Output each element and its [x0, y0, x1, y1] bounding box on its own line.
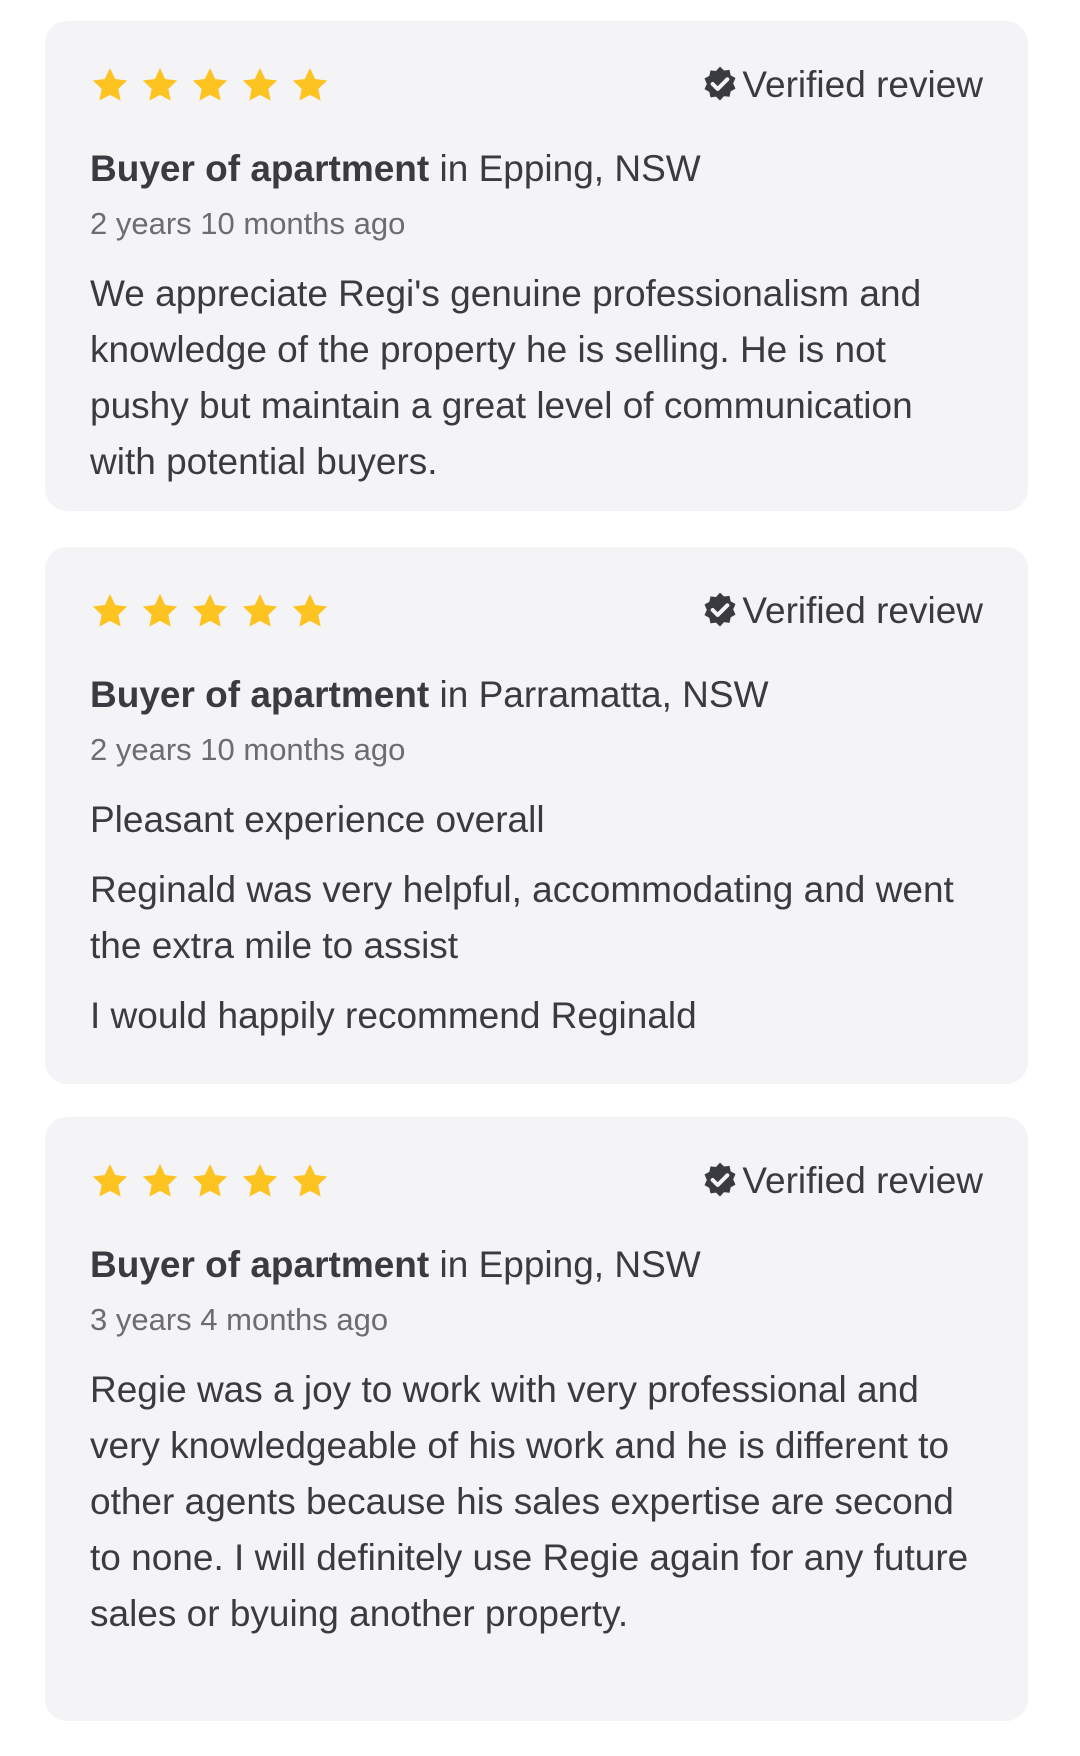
star-icon	[192, 594, 228, 627]
star-icon-shape	[92, 594, 128, 627]
reviewer-role: Buyer of apartment	[90, 148, 430, 189]
star-icon	[92, 594, 128, 627]
verified-badge-seal	[704, 66, 736, 101]
review-text: We appreciate Regi's genuine professiona…	[90, 273, 922, 482]
star-icon-shape	[292, 68, 328, 101]
star-icon	[92, 1164, 128, 1197]
star-icon-shape	[92, 68, 128, 101]
verified-review-badge: Verified review	[700, 1159, 983, 1203]
star-icon	[142, 594, 178, 627]
star-icon	[292, 1164, 328, 1197]
verified-review-badge: Verified review	[700, 589, 983, 633]
review-body: Regie was a joy to work with very profes…	[90, 1362, 983, 1642]
review-header: Verified review	[90, 547, 983, 671]
review-date: 2 years 10 months ago	[90, 732, 406, 767]
reviewer-info: Buyer of apartment in Epping, NSW	[90, 1243, 983, 1287]
reviewer-location: in Epping, NSW	[429, 1244, 701, 1285]
star-icon-shape	[292, 594, 328, 627]
star-icon-shape	[142, 1164, 178, 1197]
verified-badge-seal	[704, 592, 736, 627]
review-text: Regie was a joy to work with very profes…	[90, 1369, 969, 1634]
star-icon	[92, 68, 128, 101]
verified-review-badge: Verified review	[700, 63, 983, 107]
star-icon-shape	[192, 68, 228, 101]
verified-badge-icon	[704, 1162, 736, 1197]
review-text: I would happily recommend Reginald	[90, 995, 697, 1036]
review-date: 3 years 4 months ago	[90, 1302, 389, 1337]
star-icon	[242, 594, 278, 627]
reviews-feed: Verified review Buyer of apartment in Ep…	[0, 0, 1080, 1756]
star-icon-shape	[92, 1164, 128, 1197]
reviewer-role: Buyer of apartment	[90, 1244, 430, 1285]
verified-badge-icon	[704, 592, 736, 627]
review-date: 2 years 10 months ago	[90, 206, 406, 241]
review-text: Pleasant experience overall	[90, 799, 545, 840]
review-body: We appreciate Regi's genuine professiona…	[90, 266, 983, 490]
star-icon-shape	[292, 1164, 328, 1197]
star-icon	[292, 68, 328, 101]
star-icon	[192, 1164, 228, 1197]
star-icon-shape	[192, 594, 228, 627]
star-icon-shape	[242, 1164, 278, 1197]
star-icon	[192, 68, 228, 101]
review-header: Verified review	[90, 21, 983, 145]
reviewer-info: Buyer of apartment in Epping, NSW	[90, 147, 983, 191]
review-header: Verified review	[90, 1117, 983, 1241]
review-text: Reginald was very helpful, accommodating…	[90, 869, 954, 966]
reviewer-location: in Parramatta, NSW	[429, 674, 769, 715]
verified-badge-icon	[704, 66, 736, 101]
star-icon-shape	[242, 68, 278, 101]
review-card: Verified review Buyer of apartment in Ep…	[45, 1117, 1028, 1721]
star-icon	[142, 68, 178, 101]
star-icon-shape	[242, 594, 278, 627]
verified-review-label: Verified review	[742, 590, 983, 631]
review-body: Pleasant experience overall Reginald was…	[90, 792, 983, 1044]
star-icon-shape	[192, 1164, 228, 1197]
reviewer-info: Buyer of apartment in Parramatta, NSW	[90, 673, 983, 717]
review-card: Verified review Buyer of apartment in Pa…	[45, 547, 1028, 1084]
star-icon-shape	[142, 594, 178, 627]
star-icon	[242, 1164, 278, 1197]
star-icon	[292, 594, 328, 627]
star-icon	[242, 68, 278, 101]
verified-review-label: Verified review	[742, 64, 983, 105]
star-icon	[142, 1164, 178, 1197]
reviewer-location: in Epping, NSW	[429, 148, 701, 189]
verified-badge-seal	[704, 1162, 736, 1197]
reviewer-role: Buyer of apartment	[90, 674, 430, 715]
star-icon-shape	[142, 68, 178, 101]
verified-review-label: Verified review	[742, 1160, 983, 1201]
review-card: Verified review Buyer of apartment in Ep…	[45, 21, 1028, 511]
